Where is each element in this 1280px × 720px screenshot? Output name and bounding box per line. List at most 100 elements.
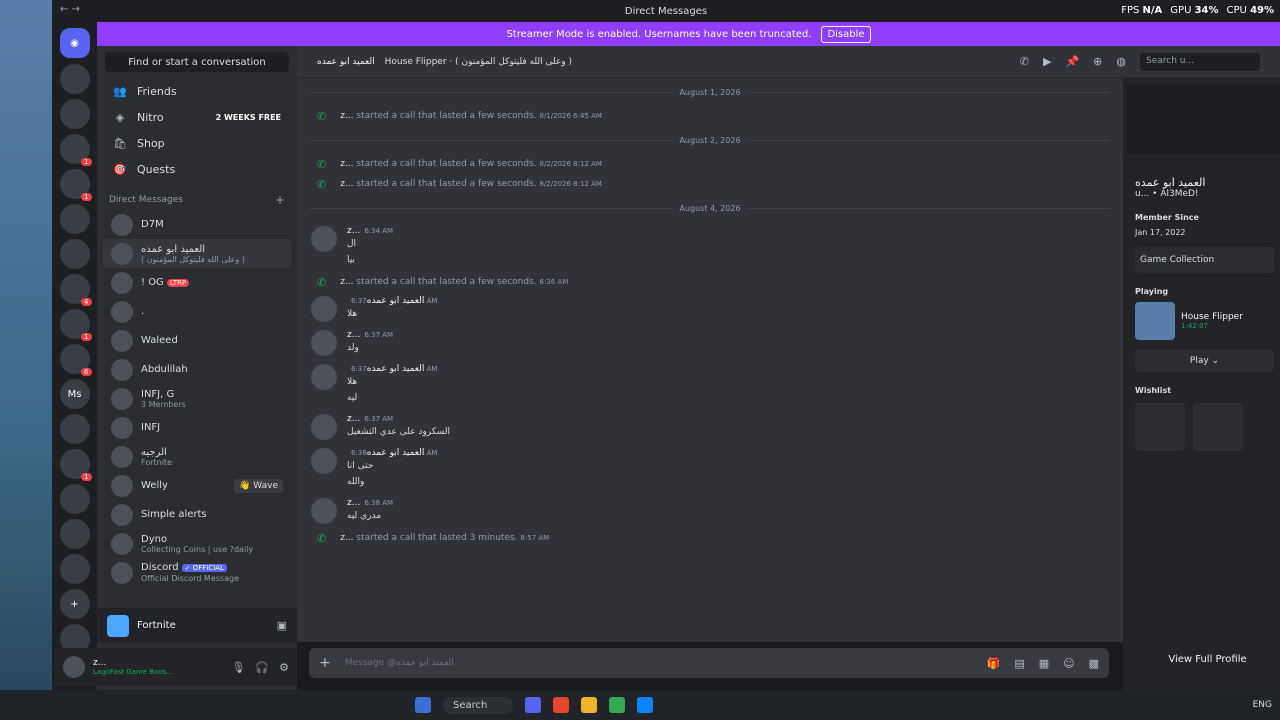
gif-icon[interactable]: ▤	[1014, 657, 1024, 670]
pin-icon[interactable]: 📌	[1065, 55, 1079, 68]
add-friends-icon[interactable]: ⊕	[1093, 55, 1102, 68]
dm-avatar	[111, 474, 133, 497]
shop-icon: 🛍	[113, 136, 127, 150]
wishlist-item[interactable]	[1193, 403, 1243, 451]
attach-icon[interactable]: +	[319, 655, 331, 671]
message-avatar[interactable]	[311, 330, 337, 356]
call-user[interactable]: z...	[340, 159, 353, 169]
user-avatar[interactable]	[63, 656, 85, 678]
message-author[interactable]: z...	[347, 226, 360, 236]
dm-item[interactable]: D7M	[103, 210, 291, 239]
message-author[interactable]: العميد ابو عمده	[367, 448, 425, 458]
server-icon[interactable]: 6	[59, 344, 92, 376]
server-icon[interactable]	[59, 519, 90, 549]
server-list: ◉ 1 1 4 1 6 Ms 1 +	[52, 22, 97, 690]
dm-item[interactable]: Discord ✓ OFFICIAL Official Discord Messag…	[103, 558, 291, 587]
dm-item[interactable]: Dyno Collecting Coins | use ?daily	[103, 529, 291, 558]
voice-call-icon[interactable]: ✆	[1020, 55, 1029, 68]
taskbar-app-icon[interactable]	[581, 697, 597, 713]
view-full-profile-button[interactable]: View Full Profile	[1135, 648, 1280, 670]
call-user[interactable]: z...	[340, 277, 353, 287]
server-icon[interactable]: 1	[59, 449, 92, 481]
message: z... 6:37 AM ولد	[297, 326, 1123, 360]
server-icon[interactable]	[59, 414, 90, 444]
message-author[interactable]: العميد ابو عمده	[367, 296, 425, 306]
dm-item[interactable]: Waleed	[103, 326, 291, 355]
dm-sidebar: Find or start a conversation 👥 Friends ◈ Ni…	[97, 46, 297, 690]
message-avatar[interactable]	[311, 226, 337, 252]
sidebar-item-shop[interactable]: 🛍 Shop	[103, 130, 291, 156]
sidebar-item-nitro[interactable]: ◈ Nitro 2 WEEKS FREE	[103, 104, 291, 130]
dm-item[interactable]: ! OG LTRP	[103, 268, 291, 297]
date-divider: August 4, 2026	[309, 198, 1111, 218]
sidebar-item-quests[interactable]: 🎯 Quests	[103, 156, 291, 182]
taskbar-app-icon[interactable]	[609, 697, 625, 713]
dm-item[interactable]: العميد ابو عمده( وعلى الله فليتوكل المؤم…	[103, 239, 291, 268]
recipient-name[interactable]: العميد ابو عمده	[317, 57, 375, 67]
headphones-icon[interactable]: 🎧	[255, 661, 269, 674]
system-tray-language[interactable]: ENG	[1253, 700, 1272, 710]
screen-share-icon[interactable]: ▣	[277, 619, 287, 632]
windows-start-icon[interactable]	[415, 697, 431, 713]
dm-item[interactable]: INFJ, G3 Members	[103, 384, 291, 413]
activity-bar[interactable]: Fortnite ▣	[97, 608, 297, 642]
taskbar-app-icon[interactable]	[525, 697, 541, 713]
message-author[interactable]: z...	[347, 330, 360, 340]
dm-item[interactable]: INFJ	[103, 413, 291, 442]
dm-item[interactable]: Abdulilah	[103, 355, 291, 384]
taskbar-search[interactable]: Search	[443, 696, 513, 714]
message-avatar[interactable]	[311, 296, 337, 322]
disable-streamer-mode-button[interactable]: Disable	[821, 25, 871, 43]
discord-home-icon[interactable]: ◉	[59, 28, 90, 58]
message-author[interactable]: العميد ابو عمده	[367, 364, 425, 374]
find-conversation-input[interactable]: Find or start a conversation	[105, 52, 289, 72]
server-icon[interactable]: 4	[59, 274, 92, 306]
server-icon[interactable]	[59, 239, 90, 269]
sidebar-item-friends[interactable]: 👥 Friends	[103, 78, 291, 104]
play-button[interactable]: Play ⌄	[1135, 350, 1274, 372]
server-icon[interactable]	[59, 64, 90, 94]
message-author[interactable]: z...	[347, 498, 360, 508]
server-icon[interactable]: 1	[59, 309, 92, 341]
server-icon[interactable]	[59, 99, 90, 129]
back-forward-icon[interactable]: ← →	[60, 4, 80, 15]
call-event: ✆ z... started a call that lasted a few s…	[297, 272, 1123, 292]
call-user[interactable]: z...	[340, 179, 353, 189]
game-collection-button[interactable]: Game Collection	[1135, 247, 1274, 273]
profile-icon[interactable]: ◍	[1116, 55, 1126, 68]
sticker-icon[interactable]: ▦	[1039, 657, 1049, 670]
dm-item[interactable]: الرجيه Fortnite	[103, 442, 291, 471]
server-icon[interactable]: Ms	[59, 379, 90, 409]
server-icon[interactable]: +	[59, 589, 90, 619]
server-icon[interactable]	[59, 204, 90, 234]
taskbar-app-icon[interactable]	[637, 697, 653, 713]
wave-button[interactable]: 👋 Wave	[234, 478, 283, 493]
video-call-icon[interactable]: ▶	[1043, 55, 1051, 68]
server-icon[interactable]	[59, 554, 90, 584]
dm-item[interactable]: Simple alerts	[103, 500, 291, 529]
apps-icon[interactable]: ▩	[1089, 657, 1099, 670]
wishlist-item[interactable]	[1135, 403, 1185, 451]
server-icon[interactable]: 1	[59, 169, 92, 201]
dm-name-text: Discord	[141, 562, 179, 573]
create-dm-button[interactable]: +	[275, 193, 285, 207]
server-icon[interactable]	[59, 484, 90, 514]
gift-icon[interactable]: 🎁	[987, 657, 1001, 670]
call-user[interactable]: z...	[340, 533, 353, 543]
message-avatar[interactable]	[311, 448, 337, 474]
message-author[interactable]: z...	[347, 414, 360, 424]
dm-item[interactable]: .	[103, 297, 291, 326]
call-user[interactable]: z...	[340, 111, 353, 121]
taskbar-app-icon[interactable]	[553, 697, 569, 713]
emoji-icon[interactable]: ☺	[1063, 657, 1074, 670]
message-input[interactable]: Message @العميد ابو عمده	[345, 658, 454, 668]
message-avatar[interactable]	[311, 498, 337, 524]
gear-icon[interactable]: ⚙	[279, 661, 289, 674]
dm-name: Simple alerts	[141, 509, 207, 520]
search-input[interactable]: Search u...	[1140, 52, 1260, 71]
server-icon[interactable]: 1	[59, 134, 92, 166]
microphone-icon[interactable]: 🎙	[231, 661, 245, 674]
dm-item[interactable]: Welly 👋 Wave	[103, 471, 291, 500]
message-avatar[interactable]	[311, 364, 337, 390]
message-avatar[interactable]	[311, 414, 337, 440]
